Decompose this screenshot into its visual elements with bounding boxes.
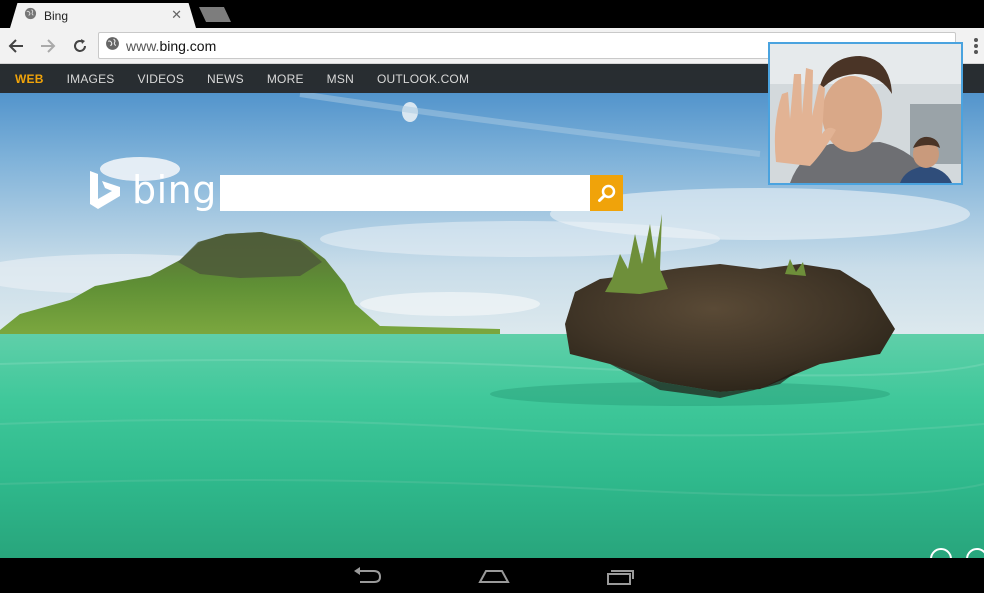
nav-videos[interactable]: VIDEOS [138,72,185,86]
url-text: www.bing.com [126,37,217,54]
tab-title: Bing [44,8,69,23]
nav-images[interactable]: IMAGES [67,72,115,86]
nav-news[interactable]: NEWS [207,72,244,86]
reload-icon [74,39,86,52]
globe-icon [24,7,37,25]
tab-close-icon[interactable]: ✕ [171,7,182,23]
arrow-right-icon [41,39,56,53]
site-info-icon[interactable] [105,36,120,56]
search-icon [597,184,615,202]
tab-bing[interactable]: Bing ✕ [10,3,196,28]
tab-strip: Bing ✕ [0,0,984,28]
reload-button[interactable] [69,35,91,57]
arrow-left-icon [8,39,23,53]
search-input[interactable] [220,175,590,211]
recent-apps-icon[interactable] [603,564,637,588]
home-icon[interactable] [477,564,511,588]
android-system-bar [0,558,984,593]
browser-menu-icon[interactable] [974,38,978,54]
bing-logo[interactable]: bing [88,168,217,212]
back-icon[interactable] [350,564,384,588]
back-button[interactable] [5,35,27,57]
nav-more[interactable]: MORE [267,72,304,86]
nav-msn[interactable]: MSN [327,72,354,86]
forward-button[interactable] [37,35,59,57]
search-button[interactable] [590,175,623,211]
video-feed [770,44,961,183]
bing-b-icon [90,171,120,209]
bing-logo-text: bing [132,168,217,212]
new-tab-button[interactable] [199,7,231,22]
nav-web[interactable]: WEB [15,72,44,86]
video-call-window[interactable] [768,42,963,185]
nav-outlook[interactable]: OUTLOOK.COM [377,72,469,86]
